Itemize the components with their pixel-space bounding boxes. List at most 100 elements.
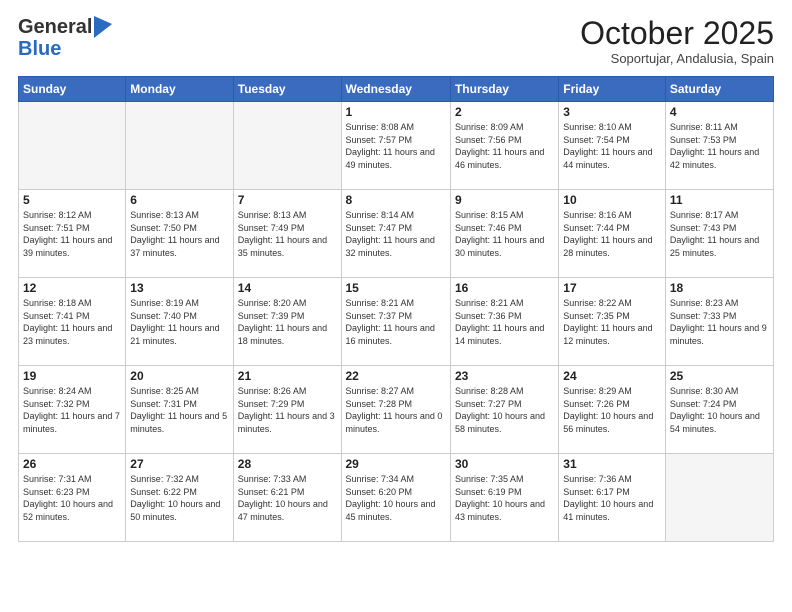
day-number: 28 [238,457,337,471]
table-row [19,102,126,190]
day-info: Sunrise: 8:29 AM Sunset: 7:26 PM Dayligh… [563,385,661,435]
table-row: 31Sunrise: 7:36 AM Sunset: 6:17 PM Dayli… [559,454,666,542]
table-row: 24 Sunrise: 8:29 AM Sunset: 7:26 PM Dayli… [559,366,666,454]
day-info: Sunrise: 8:09 AM Sunset: 7:56 PM Dayligh… [455,121,554,171]
day-number: 27 [130,457,228,471]
day-number: 10 [563,193,661,207]
calendar-week-row: 1Sunrise: 8:08 AM Sunset: 7:57 PM Daylig… [19,102,774,190]
table-row: 12 Sunrise: 8:18 AM Sunset: 7:41 PM Dayli… [19,278,126,366]
table-row: 17Sunrise: 8:22 AM Sunset: 7:35 PM Dayli… [559,278,666,366]
day-number: 16 [455,281,554,295]
day-info: Sunrise: 8:08 AM Sunset: 7:57 PM Dayligh… [346,121,446,171]
table-row: 14Sunrise: 8:20 AM Sunset: 7:39 PM Dayli… [233,278,341,366]
col-thursday: Thursday [450,77,558,102]
day-info: Sunrise: 7:35 AM Sunset: 6:19 PM Dayligh… [455,473,554,523]
table-row: 19 Sunrise: 8:24 AM Sunset: 7:32 PM Dayli… [19,366,126,454]
day-info: Sunrise: 8:15 AM Sunset: 7:46 PM Dayligh… [455,209,554,259]
table-row: 9 Sunrise: 8:15 AM Sunset: 7:46 PM Daylig… [450,190,558,278]
day-info: Sunrise: 7:33 AM Sunset: 6:21 PM Dayligh… [238,473,337,523]
table-row: 1Sunrise: 8:08 AM Sunset: 7:57 PM Daylig… [341,102,450,190]
title-block: October 2025 Soportujar, Andalusia, Spai… [580,16,774,66]
day-info: Sunrise: 8:27 AM Sunset: 7:28 PM Dayligh… [346,385,446,435]
logo: General Blue [18,16,112,60]
calendar-week-row: 5 Sunrise: 8:12 AM Sunset: 7:51 PM Daylig… [19,190,774,278]
col-saturday: Saturday [665,77,773,102]
day-number: 7 [238,193,337,207]
day-info: Sunrise: 8:25 AM Sunset: 7:31 PM Dayligh… [130,385,228,435]
logo-icon [94,16,112,38]
month-title: October 2025 [580,16,774,51]
table-row: 7 Sunrise: 8:13 AM Sunset: 7:49 PM Daylig… [233,190,341,278]
day-number: 26 [23,457,121,471]
day-number: 8 [346,193,446,207]
table-row: 30Sunrise: 7:35 AM Sunset: 6:19 PM Dayli… [450,454,558,542]
day-info: Sunrise: 8:21 AM Sunset: 7:37 PM Dayligh… [346,297,446,347]
day-number: 21 [238,369,337,383]
header: General Blue October 2025 Soportujar, An… [18,16,774,66]
table-row: 28 Sunrise: 7:33 AM Sunset: 6:21 PM Dayli… [233,454,341,542]
day-info: Sunrise: 8:13 AM Sunset: 7:49 PM Dayligh… [238,209,337,259]
table-row: 11 Sunrise: 8:17 AM Sunset: 7:43 PM Dayli… [665,190,773,278]
table-row: 3 Sunrise: 8:10 AM Sunset: 7:54 PM Daylig… [559,102,666,190]
table-row [126,102,233,190]
day-info: Sunrise: 8:30 AM Sunset: 7:24 PM Dayligh… [670,385,769,435]
calendar-table: Sunday Monday Tuesday Wednesday Thursday… [18,76,774,542]
day-number: 6 [130,193,228,207]
table-row: 4Sunrise: 8:11 AM Sunset: 7:53 PM Daylig… [665,102,773,190]
col-sunday: Sunday [19,77,126,102]
table-row [665,454,773,542]
day-number: 19 [23,369,121,383]
table-row: 29Sunrise: 7:34 AM Sunset: 6:20 PM Dayli… [341,454,450,542]
day-info: Sunrise: 8:19 AM Sunset: 7:40 PM Dayligh… [130,297,228,347]
day-info: Sunrise: 8:18 AM Sunset: 7:41 PM Dayligh… [23,297,121,347]
col-friday: Friday [559,77,666,102]
calendar-header-row: Sunday Monday Tuesday Wednesday Thursday… [19,77,774,102]
calendar-week-row: 19 Sunrise: 8:24 AM Sunset: 7:32 PM Dayli… [19,366,774,454]
table-row: 16 Sunrise: 8:21 AM Sunset: 7:36 PM Dayli… [450,278,558,366]
day-info: Sunrise: 8:26 AM Sunset: 7:29 PM Dayligh… [238,385,337,435]
table-row: 10Sunrise: 8:16 AM Sunset: 7:44 PM Dayli… [559,190,666,278]
table-row: 22 Sunrise: 8:27 AM Sunset: 7:28 PM Dayli… [341,366,450,454]
table-row: 26Sunrise: 7:31 AM Sunset: 6:23 PM Dayli… [19,454,126,542]
day-info: Sunrise: 8:12 AM Sunset: 7:51 PM Dayligh… [23,209,121,259]
col-wednesday: Wednesday [341,77,450,102]
day-number: 13 [130,281,228,295]
day-number: 23 [455,369,554,383]
day-info: Sunrise: 7:32 AM Sunset: 6:22 PM Dayligh… [130,473,228,523]
table-row: 15 Sunrise: 8:21 AM Sunset: 7:37 PM Dayli… [341,278,450,366]
day-number: 25 [670,369,769,383]
table-row: 5 Sunrise: 8:12 AM Sunset: 7:51 PM Daylig… [19,190,126,278]
day-number: 15 [346,281,446,295]
day-number: 12 [23,281,121,295]
day-number: 5 [23,193,121,207]
day-info: Sunrise: 8:20 AM Sunset: 7:39 PM Dayligh… [238,297,337,347]
day-number: 31 [563,457,661,471]
day-number: 3 [563,105,661,119]
logo-blue: Blue [18,38,112,60]
day-number: 9 [455,193,554,207]
day-info: Sunrise: 8:14 AM Sunset: 7:47 PM Dayligh… [346,209,446,259]
page: General Blue October 2025 Soportujar, An… [0,0,792,612]
table-row [233,102,341,190]
table-row: 13 Sunrise: 8:19 AM Sunset: 7:40 PM Dayli… [126,278,233,366]
table-row: 27 Sunrise: 7:32 AM Sunset: 6:22 PM Dayli… [126,454,233,542]
table-row: 2Sunrise: 8:09 AM Sunset: 7:56 PM Daylig… [450,102,558,190]
day-info: Sunrise: 8:22 AM Sunset: 7:35 PM Dayligh… [563,297,661,347]
day-info: Sunrise: 8:24 AM Sunset: 7:32 PM Dayligh… [23,385,121,435]
day-info: Sunrise: 8:17 AM Sunset: 7:43 PM Dayligh… [670,209,769,259]
day-info: Sunrise: 7:34 AM Sunset: 6:20 PM Dayligh… [346,473,446,523]
day-number: 20 [130,369,228,383]
subtitle: Soportujar, Andalusia, Spain [580,51,774,66]
logo-general: General [18,16,92,38]
calendar-week-row: 26Sunrise: 7:31 AM Sunset: 6:23 PM Dayli… [19,454,774,542]
col-tuesday: Tuesday [233,77,341,102]
day-number: 11 [670,193,769,207]
table-row: 18Sunrise: 8:23 AM Sunset: 7:33 PM Dayli… [665,278,773,366]
day-info: Sunrise: 8:21 AM Sunset: 7:36 PM Dayligh… [455,297,554,347]
table-row: 21 Sunrise: 8:26 AM Sunset: 7:29 PM Dayli… [233,366,341,454]
day-number: 24 [563,369,661,383]
table-row: 8 Sunrise: 8:14 AM Sunset: 7:47 PM Daylig… [341,190,450,278]
day-number: 22 [346,369,446,383]
col-monday: Monday [126,77,233,102]
day-info: Sunrise: 8:10 AM Sunset: 7:54 PM Dayligh… [563,121,661,171]
